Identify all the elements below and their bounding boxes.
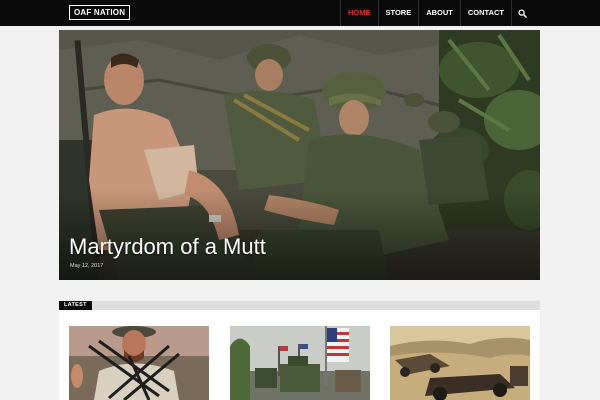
featured-post-title[interactable]: Martyrdom of a Mutt	[69, 234, 266, 260]
nav-store[interactable]: STORE	[379, 0, 420, 26]
site-logo[interactable]: OAF NATION	[69, 5, 131, 20]
featured-post-date: May 12, 2017	[70, 263, 104, 269]
search-button[interactable]	[512, 0, 533, 26]
desert-vehicles-image	[390, 326, 530, 400]
search-icon	[518, 8, 527, 18]
latest-post-thumbnail[interactable]	[230, 326, 370, 400]
featured-post[interactable]: Martyrdom of a Mutt	[59, 30, 540, 280]
latest-post-thumbnail[interactable]	[390, 326, 530, 400]
latest-section-header: LATEST	[59, 301, 540, 310]
military-convoy-image	[230, 326, 370, 400]
soldier-rifles-image	[69, 326, 209, 400]
nav-home[interactable]: HOME	[341, 0, 379, 26]
top-nav-bar: OAF NATION HOME STORE ABOUT CONTACT	[0, 0, 600, 26]
latest-label: LATEST	[59, 301, 92, 310]
nav-contact[interactable]: CONTACT	[461, 0, 512, 26]
main-menu: HOME STORE ABOUT CONTACT	[340, 0, 533, 26]
nav-about[interactable]: ABOUT	[419, 0, 461, 26]
latest-post-thumbnail[interactable]	[69, 326, 209, 400]
